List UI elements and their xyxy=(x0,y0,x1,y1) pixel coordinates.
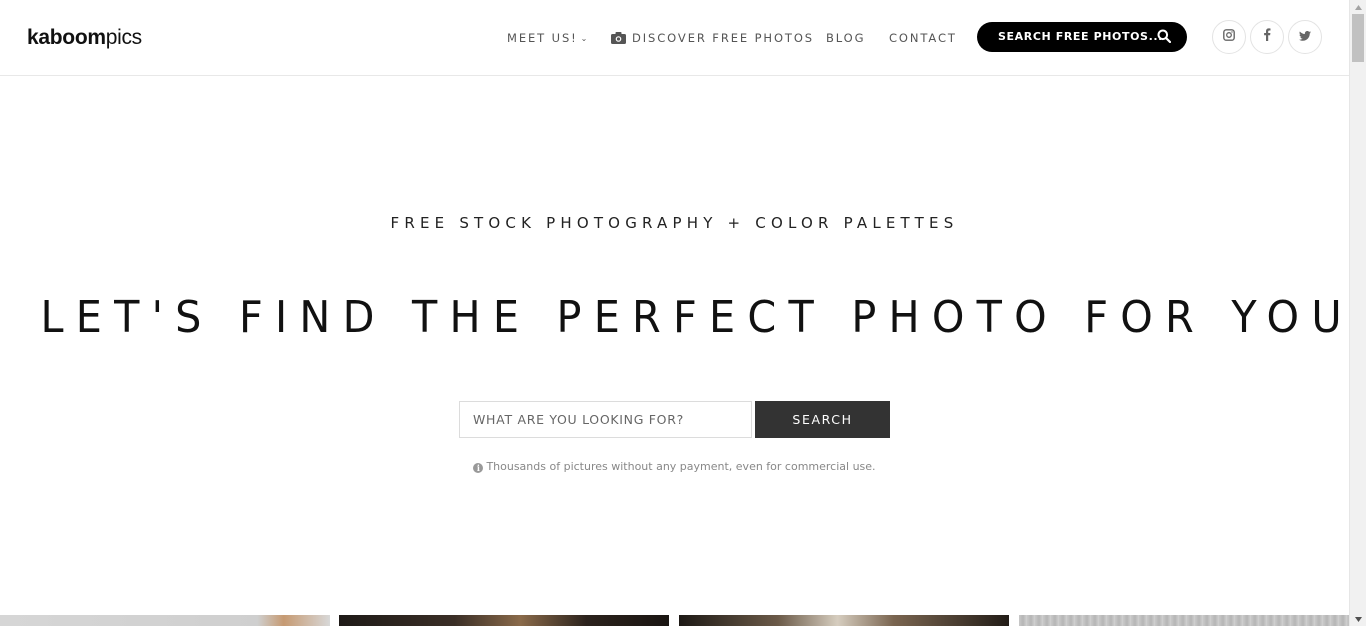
nav-discover-label: DISCOVER FREE PHOTOS xyxy=(632,31,815,45)
nav-meet-us[interactable]: MEET US! ⌄ xyxy=(507,31,589,45)
header-search-button[interactable]: SEARCH FREE PHOTOS... xyxy=(977,22,1187,52)
nav-blog[interactable]: BLOG xyxy=(826,31,865,45)
photo-thumbnail[interactable] xyxy=(679,615,1009,626)
logo[interactable]: kaboompics xyxy=(27,26,142,50)
facebook-icon xyxy=(1263,28,1271,46)
header-search-label: SEARCH FREE PHOTOS... xyxy=(998,30,1163,43)
camera-icon xyxy=(611,32,626,47)
site-header: kaboompics MEET US! ⌄ DISCOVER FREE PHOTO… xyxy=(0,0,1349,76)
chevron-down-icon: ⌄ xyxy=(580,34,590,43)
page: kaboompics MEET US! ⌄ DISCOVER FREE PHOTO… xyxy=(0,0,1349,626)
nav-meet-us-label: MEET US! xyxy=(507,31,578,45)
logo-light-text: pics xyxy=(105,26,142,49)
nav-discover-free-photos[interactable]: DISCOVER FREE PHOTOS xyxy=(611,31,814,47)
instagram-icon xyxy=(1223,28,1235,46)
scroll-up-arrow-icon[interactable] xyxy=(1350,0,1366,14)
photo-thumbnail[interactable] xyxy=(1019,615,1349,626)
hero-headline: LET'S FIND THE PERFECT PHOTO FOR YOU xyxy=(40,292,1349,343)
photo-thumbnail[interactable] xyxy=(0,615,330,626)
search-icon xyxy=(1157,29,1172,48)
instagram-link[interactable] xyxy=(1212,20,1246,54)
scrollbar-thumb[interactable] xyxy=(1352,14,1364,62)
twitter-icon xyxy=(1299,28,1311,46)
hero-tagline: FREE STOCK PHOTOGRAPHY + COLOR PALETTES xyxy=(390,214,959,232)
info-icon: i xyxy=(473,463,484,473)
free-use-note: i Thousands of pictures without any payme… xyxy=(0,460,1349,473)
scroll-down-arrow-icon[interactable] xyxy=(1350,612,1366,626)
nav-contact[interactable]: CONTACT xyxy=(889,31,957,45)
logo-bold-text: kaboom xyxy=(27,26,106,49)
twitter-link[interactable] xyxy=(1288,20,1322,54)
search-button[interactable]: SEARCH xyxy=(755,401,890,438)
page-scrollbar[interactable] xyxy=(1349,0,1366,626)
photo-thumbnail[interactable] xyxy=(339,615,669,626)
facebook-link[interactable] xyxy=(1250,20,1284,54)
free-use-note-text: Thousands of pictures without any paymen… xyxy=(486,460,876,473)
search-input[interactable] xyxy=(459,401,752,438)
